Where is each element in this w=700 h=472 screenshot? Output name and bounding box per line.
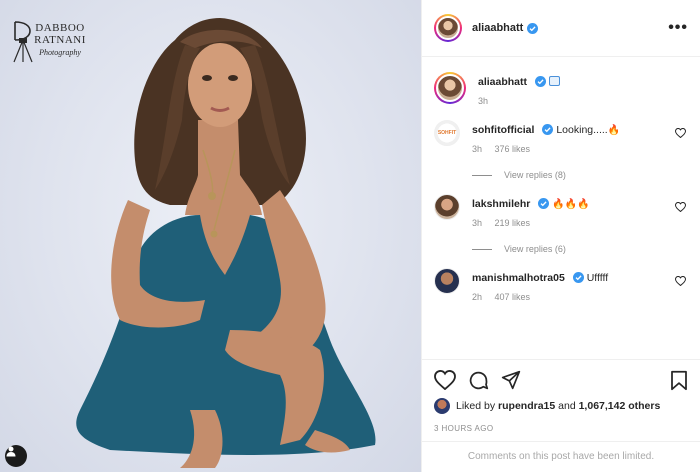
likes-count[interactable]: 1,067,142 others [579,400,661,412]
verified-badge-icon [572,272,584,283]
comment-item: manishmalhotra05 Ufffff 2h 407 likes [434,268,688,302]
camera-tripod-logo [13,21,33,63]
photographer-watermark: DABBOO RATNANI Photography [10,20,110,63]
tagged-users-button[interactable] [5,445,27,467]
comment-like-heart-icon[interactable] [675,128,686,138]
heart-icon[interactable] [434,370,456,390]
blue-square-emoji-icon [549,76,561,86]
post-header: aliaabhatt ••• [422,0,700,57]
comment-item: SOHFIT sohfitofficial Looking.....🔥 3h 3… [434,120,688,154]
post-side-panel: aliaabhatt ••• aliaabhatt 3h SOHFIT sohf… [421,0,700,472]
commenter-avatar[interactable] [434,194,460,220]
post-image-illustration [76,18,376,468]
comment-text: Ufffff [586,272,609,284]
view-replies-button[interactable]: View replies (8) [472,170,688,180]
comment-likes[interactable]: 219 likes [495,218,531,228]
caption-username[interactable]: aliaabhatt [478,76,527,88]
commenter-avatar[interactable]: SOHFIT [434,120,460,146]
comment-time: 3h [472,218,483,228]
commenter-username[interactable]: lakshmilehr [472,198,530,210]
likes-prefix: Liked by [456,400,496,412]
caption-avatar[interactable] [434,72,466,104]
bookmark-icon[interactable] [670,370,688,391]
commenter-avatar[interactable] [434,268,460,294]
comment-like-heart-icon[interactable] [675,276,686,286]
post-photo[interactable]: DABBOO RATNANI Photography [0,0,421,472]
comment-likes[interactable]: 407 likes [495,292,531,302]
post-actions: Liked by rupendra15 and 1,067,142 others… [422,359,700,433]
commenter-username[interactable]: manishmalhotra05 [472,272,565,284]
liker-username[interactable]: rupendra15 [498,400,555,412]
comments-list[interactable]: aliaabhatt 3h SOHFIT sohfitofficial Look… [422,58,700,358]
comment-like-heart-icon[interactable] [675,202,686,212]
view-replies-label: View replies (6) [504,244,566,254]
comments-limited-notice: Comments on this post have been limited. [422,441,700,472]
comment-time: 3h [472,144,483,154]
verified-badge-icon [542,124,554,135]
share-icon[interactable] [501,370,521,390]
liker-avatar[interactable] [434,398,450,414]
fire-emoji: 🔥🔥🔥 [552,199,590,210]
verified-badge-icon [535,76,547,87]
post-timestamp: 3 HOURS AGO [434,424,494,433]
comment-likes[interactable]: 376 likes [495,144,531,154]
more-options-button[interactable]: ••• [668,19,688,37]
caption-time: 3h [478,96,489,106]
commenter-username[interactable]: sohfitofficial [472,124,534,136]
fire-emoji: 🔥 [607,125,621,136]
comment-item: lakshmilehr 🔥🔥🔥 3h 219 likes [434,194,688,228]
likes-summary: Liked by rupendra15 and 1,067,142 others [434,398,688,414]
author-username[interactable]: aliaabhatt [472,22,523,34]
view-replies-button[interactable]: View replies (6) [472,244,688,254]
verified-badge-icon [527,22,539,34]
comment-time: 2h [472,292,483,302]
likes-middle: and [558,400,576,412]
comment-icon[interactable] [468,370,489,391]
post-caption: aliaabhatt 3h [434,72,688,106]
view-replies-label: View replies (8) [504,170,566,180]
verified-badge-icon [538,198,550,209]
comment-text: Looking..... [556,124,608,136]
author-avatar[interactable] [434,14,462,42]
person-icon [6,446,16,457]
